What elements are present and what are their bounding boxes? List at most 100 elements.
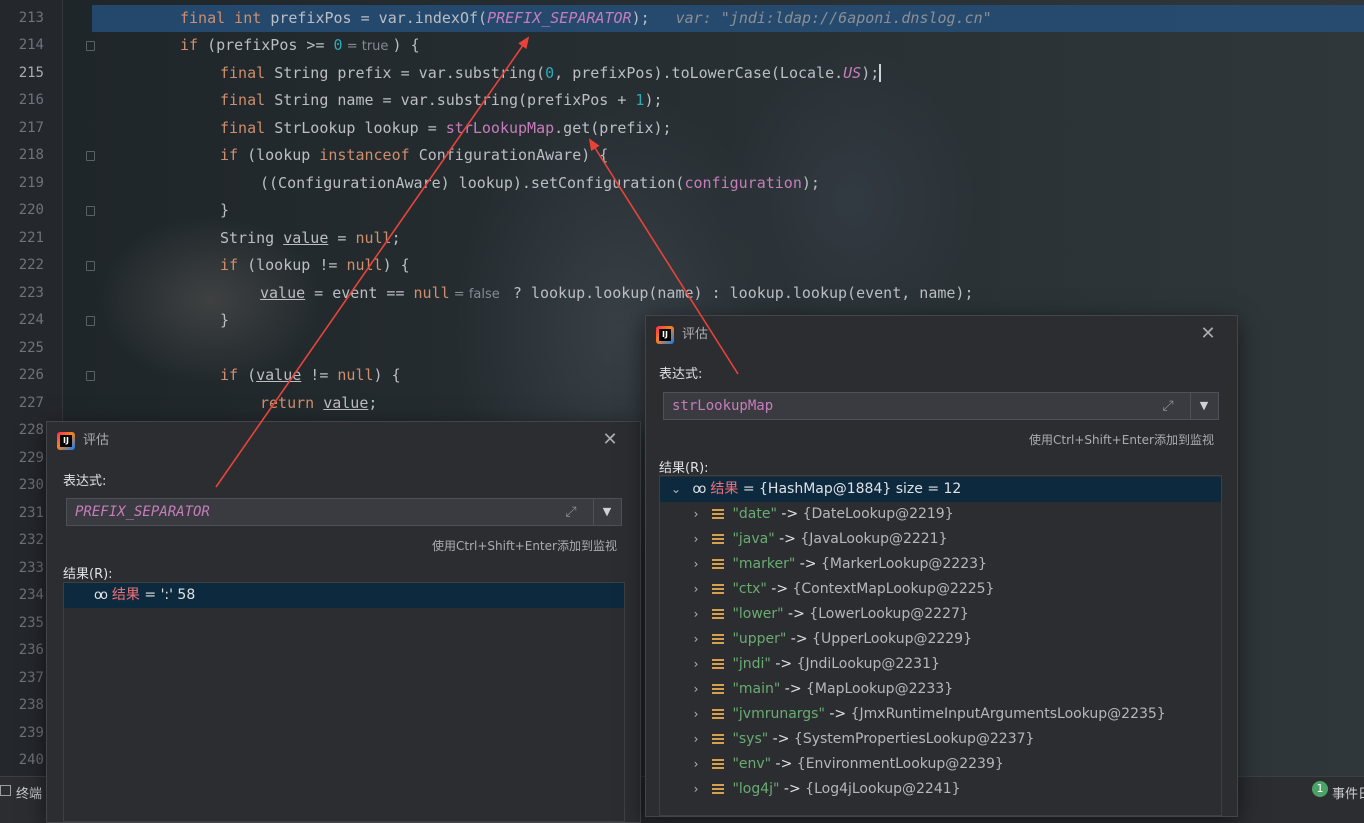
code-text[interactable]: final String prefix = var.substring(0, p… xyxy=(212,60,882,88)
terminal-tab[interactable]: 终端 xyxy=(16,783,42,802)
tree-row[interactable]: oo 结果 = ':' 58 xyxy=(64,583,624,608)
chevron-right-icon[interactable]: › xyxy=(690,602,702,627)
line-number[interactable]: 235 xyxy=(0,610,44,638)
line-number[interactable]: 217 xyxy=(0,115,44,143)
expression-input[interactable]: strLookupMap ⤢ ▼ xyxy=(663,392,1219,420)
code-text[interactable]: value = event == null = false ? lookup.l… xyxy=(252,280,973,308)
code-text[interactable]: final String name = var.substring(prefix… xyxy=(212,87,663,115)
chevron-right-icon[interactable]: › xyxy=(690,727,702,752)
code-text[interactable]: final int prefixPos = var.indexOf(PREFIX… xyxy=(92,4,1364,32)
line-number[interactable]: 215 xyxy=(0,60,44,88)
line-number[interactable]: 220 xyxy=(0,197,44,225)
code-line[interactable]: 218 if (lookup instanceof ConfigurationAw… xyxy=(0,142,1364,170)
line-number[interactable]: 234 xyxy=(0,582,44,610)
chevron-right-icon[interactable]: › xyxy=(690,577,702,602)
line-number[interactable]: 238 xyxy=(0,692,44,720)
code-line[interactable]: 223 value = event == null = false ? looku… xyxy=(0,280,1364,308)
fold-marker-icon[interactable] xyxy=(86,316,95,326)
line-number[interactable]: 223 xyxy=(0,280,44,308)
chevron-right-icon[interactable]: › xyxy=(690,677,702,702)
code-text[interactable]: return value; xyxy=(252,390,377,418)
tree-row[interactable]: › "main" -> {MapLookup@2233} xyxy=(660,677,954,702)
line-number[interactable]: 228 xyxy=(0,417,44,445)
line-number[interactable]: 221 xyxy=(0,225,44,253)
fold-marker-icon[interactable] xyxy=(86,371,95,381)
chevron-right-icon[interactable]: › xyxy=(690,752,702,777)
dialog-title-bar[interactable]: 评估 xyxy=(57,430,109,452)
tree-row[interactable]: › "ctx" -> {ContextMapLookup@2225} xyxy=(660,577,995,602)
result-tree[interactable]: oo 结果 = ':' 58 xyxy=(63,582,625,822)
chevron-right-icon[interactable]: › xyxy=(690,552,702,577)
code-line[interactable]: 222 if (lookup != null) { xyxy=(0,252,1364,280)
code-text[interactable]: ((ConfigurationAware) lookup).setConfigu… xyxy=(252,170,820,198)
code-line[interactable]: 220} xyxy=(0,197,1364,225)
result-tree[interactable]: ⌄ oo 结果 = {HashMap@1884} size = 12 › "dat… xyxy=(659,475,1222,816)
chevron-right-icon[interactable]: › xyxy=(690,502,702,527)
line-number[interactable]: 232 xyxy=(0,527,44,555)
line-number[interactable]: 233 xyxy=(0,555,44,583)
history-dropdown-icon[interactable]: ▼ xyxy=(597,504,617,520)
dialog-title-bar[interactable]: 评估 xyxy=(656,324,708,346)
line-number[interactable]: 214 xyxy=(0,32,44,60)
line-number[interactable]: 229 xyxy=(0,445,44,473)
line-number[interactable]: 216 xyxy=(0,87,44,115)
close-icon[interactable]: ✕ xyxy=(600,430,620,450)
code-text[interactable]: } xyxy=(212,307,229,335)
line-number[interactable]: 227 xyxy=(0,390,44,418)
code-line[interactable]: 215 final String prefix = var.substring(0… xyxy=(0,60,1364,88)
tree-row[interactable]: › "marker" -> {MarkerLookup@2223} xyxy=(660,552,987,577)
tree-row[interactable]: › "date" -> {DateLookup@2219} xyxy=(660,502,954,527)
tree-row[interactable]: › "jndi" -> {JndiLookup@2231} xyxy=(660,652,940,677)
code-text[interactable]: String value = null; xyxy=(212,225,401,253)
line-number[interactable]: 239 xyxy=(0,720,44,748)
close-icon[interactable]: ✕ xyxy=(1198,324,1218,344)
chevron-right-icon[interactable]: › xyxy=(690,527,702,552)
code-text[interactable]: } xyxy=(212,197,229,225)
line-number[interactable]: 222 xyxy=(0,252,44,280)
chevron-right-icon[interactable]: › xyxy=(690,652,702,677)
tree-row[interactable]: › "java" -> {JavaLookup@2221} xyxy=(660,527,948,552)
chevron-right-icon[interactable]: › xyxy=(690,627,702,652)
line-number[interactable]: 219 xyxy=(0,170,44,198)
history-dropdown-icon[interactable]: ▼ xyxy=(1194,398,1214,414)
code-text[interactable]: if (lookup != null) { xyxy=(212,252,410,280)
tree-row[interactable]: › "env" -> {EnvironmentLookup@2239} xyxy=(660,752,1004,777)
line-number[interactable]: 230 xyxy=(0,472,44,500)
expand-icon[interactable]: ⤢ xyxy=(1159,397,1177,415)
line-number[interactable]: 236 xyxy=(0,637,44,665)
line-number[interactable]: 237 xyxy=(0,665,44,693)
fold-marker-icon[interactable] xyxy=(86,151,95,161)
code-line[interactable]: 214 if (prefixPos >= 0 = true ) { xyxy=(0,32,1364,60)
code-text[interactable]: if (prefixPos >= 0 = true ) { xyxy=(172,32,420,60)
line-number[interactable]: 213 xyxy=(0,5,44,33)
tree-row[interactable]: › "log4j" -> {Log4jLookup@2241} xyxy=(660,777,961,802)
event-log-tab[interactable]: 事件日 xyxy=(1332,783,1364,802)
code-line[interactable]: 221 String value = null; xyxy=(0,225,1364,253)
line-number[interactable]: 226 xyxy=(0,362,44,390)
chevron-down-icon[interactable]: ⌄ xyxy=(670,477,682,502)
code-text[interactable]: if (lookup instanceof ConfigurationAware… xyxy=(212,142,608,170)
event-count-badge[interactable]: 1 xyxy=(1312,781,1328,797)
line-number[interactable]: 218 xyxy=(0,142,44,170)
chevron-right-icon[interactable]: › xyxy=(690,777,702,802)
code-text[interactable]: if (value != null) { xyxy=(212,362,401,390)
tree-row[interactable]: › "sys" -> {SystemPropertiesLookup@2237} xyxy=(660,727,1035,752)
fold-marker-icon[interactable] xyxy=(86,41,95,51)
line-number[interactable]: 240 xyxy=(0,747,44,775)
line-number[interactable]: 225 xyxy=(0,335,44,363)
tree-row[interactable]: › "lower" -> {LowerLookup@2227} xyxy=(660,602,969,627)
chevron-right-icon[interactable]: › xyxy=(690,702,702,727)
expression-input[interactable]: PREFIX_SEPARATOR ⤢ ▼ xyxy=(66,498,622,526)
tree-row-root[interactable]: ⌄ oo 结果 = {HashMap@1884} size = 12 xyxy=(660,477,1221,502)
line-number[interactable]: 224 xyxy=(0,307,44,335)
code-line[interactable]: 217 final StrLookup lookup = strLookupMap… xyxy=(0,115,1364,143)
code-text[interactable]: final StrLookup lookup = strLookupMap.ge… xyxy=(212,115,672,143)
tree-row[interactable]: › "upper" -> {UpperLookup@2229} xyxy=(660,627,972,652)
fold-marker-icon[interactable] xyxy=(86,261,95,271)
line-number[interactable]: 231 xyxy=(0,500,44,528)
code-line[interactable]: 216 final String name = var.substring(pre… xyxy=(0,87,1364,115)
expand-icon[interactable]: ⤢ xyxy=(562,503,580,521)
code-line[interactable]: 213 final int prefixPos = var.indexOf(PRE… xyxy=(0,4,1364,33)
fold-marker-icon[interactable] xyxy=(86,206,95,216)
code-line[interactable]: 219 ((ConfigurationAware) lookup).setConf… xyxy=(0,170,1364,198)
